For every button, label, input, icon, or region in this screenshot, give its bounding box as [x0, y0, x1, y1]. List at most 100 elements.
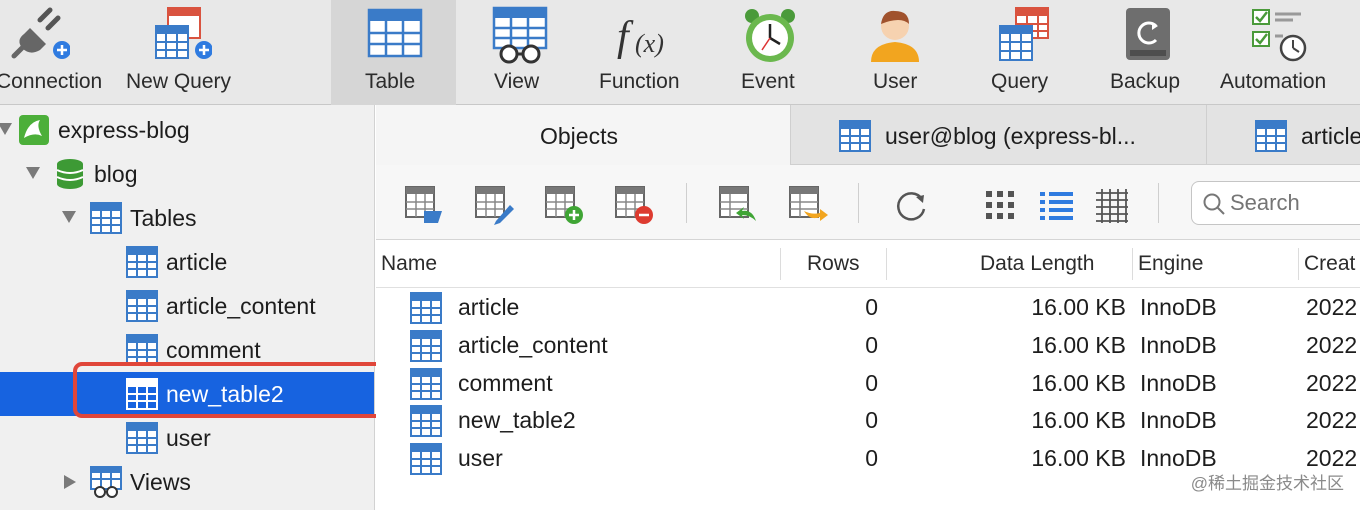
- table-icon: [410, 405, 442, 438]
- svg-text:f: f: [617, 14, 634, 60]
- tab-objects-label: Objects: [540, 123, 618, 149]
- cell-created: 2022: [1306, 407, 1358, 434]
- tab-user-table[interactable]: user@blog (express-bl...: [791, 105, 1207, 165]
- cell-name: comment: [458, 369, 553, 396]
- toolbar-connection-button[interactable]: Connection: [0, 0, 120, 105]
- column-separator[interactable]: [1298, 248, 1299, 280]
- design-table-icon[interactable]: [474, 185, 514, 225]
- cell-name: new_table2: [458, 407, 576, 434]
- tab-article-table[interactable]: article: [1207, 105, 1360, 165]
- toolbar-function-label: Function: [599, 70, 680, 93]
- collapse-triangle-icon[interactable]: [26, 167, 40, 179]
- tree-connection-express-blog[interactable]: express-blog: [0, 108, 374, 152]
- tree-table-item[interactable]: user: [0, 416, 374, 460]
- column-header-data-length[interactable]: Data Length: [980, 252, 1094, 276]
- toolbar-table-button[interactable]: Table: [331, 0, 456, 105]
- export-wizard-icon[interactable]: [788, 185, 828, 225]
- expand-triangle-icon[interactable]: [64, 475, 76, 489]
- icon-view-icon[interactable]: [980, 185, 1020, 225]
- column-header-name[interactable]: Name: [381, 252, 437, 276]
- tree-tables-label: Tables: [130, 205, 197, 231]
- toolbar-view-label: View: [494, 70, 540, 93]
- database-icon: [56, 159, 84, 189]
- watermark-text: @稀土掘金技术社区: [1190, 474, 1344, 493]
- toolbar-backup-label: Backup: [1110, 70, 1181, 93]
- tab-objects[interactable]: Objects: [376, 105, 791, 165]
- table-icon: [126, 290, 158, 322]
- search-icon: [1203, 193, 1225, 215]
- list-view-icon[interactable]: [1036, 185, 1076, 225]
- column-separator[interactable]: [780, 248, 781, 280]
- view-icon: [492, 6, 548, 64]
- tree-database-blog[interactable]: blog: [0, 152, 374, 196]
- toolbar-user-button[interactable]: User: [831, 0, 956, 105]
- toolbar-user-label: User: [873, 70, 918, 93]
- views-folder-icon: [90, 466, 122, 498]
- cell-engine: InnoDB: [1140, 369, 1217, 396]
- table-icon: [410, 329, 442, 362]
- toolbar-table-label: Table: [365, 70, 416, 93]
- tree-table-label: comment: [166, 337, 261, 363]
- cell-engine: InnoDB: [1140, 294, 1217, 320]
- cell-data-length: 16.00 KB: [1031, 369, 1126, 396]
- toolbar-separator: [686, 183, 687, 223]
- tree-table-item[interactable]: article_content: [0, 284, 374, 328]
- search-input[interactable]: [1230, 190, 1360, 216]
- toolbar-query-button[interactable]: Query: [956, 0, 1086, 105]
- tree-database-label: blog: [94, 161, 138, 187]
- column-separator[interactable]: [886, 248, 887, 280]
- tree-table-label: article: [166, 249, 228, 275]
- cell-data-length: 16.00 KB: [1031, 294, 1126, 320]
- table-icon: [126, 422, 158, 454]
- cell-rows: 0: [865, 331, 878, 358]
- cell-rows: 0: [865, 294, 878, 320]
- table-icon: [839, 120, 871, 152]
- column-separator[interactable]: [1132, 248, 1133, 280]
- object-action-toolbar: [376, 165, 1360, 240]
- cell-data-length: 16.00 KB: [1031, 331, 1126, 358]
- toolbar-view-button[interactable]: View: [456, 0, 581, 105]
- toolbar-function-button[interactable]: f (x) Function: [581, 0, 706, 105]
- user-icon: [871, 10, 919, 62]
- cell-data-length: 16.00 KB: [1031, 445, 1126, 471]
- new-table-icon[interactable]: [544, 185, 584, 225]
- open-table-icon[interactable]: [404, 185, 444, 225]
- svg-text:(x): (x): [635, 29, 664, 58]
- column-header-engine[interactable]: Engine: [1138, 252, 1203, 276]
- refresh-icon[interactable]: [890, 185, 930, 225]
- column-header-rows[interactable]: Rows: [807, 252, 860, 276]
- table-row[interactable]: new_table2 0 16.00 KB InnoDB 2022: [376, 402, 1360, 440]
- tables-folder-icon: [90, 202, 122, 234]
- cell-name: article_content: [458, 331, 608, 358]
- collapse-triangle-icon[interactable]: [0, 123, 12, 135]
- detail-view-icon[interactable]: [1092, 185, 1132, 225]
- toolbar-query-label: Query: [991, 70, 1049, 93]
- toolbar-connection-label: Connection: [0, 70, 103, 93]
- toolbar-separator: [1158, 183, 1159, 223]
- table-row[interactable]: comment 0 16.00 KB InnoDB 2022: [376, 365, 1360, 403]
- tree-tables-folder[interactable]: Tables: [0, 196, 374, 240]
- tree-views-folder[interactable]: Views: [0, 460, 374, 504]
- cell-created: 2022: [1306, 331, 1358, 358]
- mysql-connection-icon: [19, 115, 49, 145]
- collapse-triangle-icon[interactable]: [62, 211, 76, 223]
- toolbar-event-button[interactable]: Event: [706, 0, 831, 105]
- tree-views-label: Views: [130, 469, 191, 495]
- selection-highlight-annotation: [73, 362, 413, 418]
- import-wizard-icon[interactable]: [718, 185, 758, 225]
- table-icon: [410, 443, 442, 475]
- tree-table-item[interactable]: article: [0, 240, 374, 284]
- column-header-created[interactable]: Creat: [1304, 252, 1355, 276]
- objects-grid-header: Name Rows Data Length Engine Creat: [376, 240, 1360, 288]
- toolbar-new-query-label: New Query: [126, 70, 232, 93]
- search-field[interactable]: [1191, 181, 1360, 225]
- table-row[interactable]: article_content 0 16.00 KB InnoDB 2022: [376, 327, 1360, 365]
- cell-engine: InnoDB: [1140, 331, 1217, 358]
- delete-table-icon[interactable]: [614, 185, 654, 225]
- cell-created: 2022: [1306, 369, 1358, 396]
- toolbar-event-label: Event: [741, 70, 795, 93]
- toolbar-new-query-button[interactable]: New Query: [120, 0, 250, 105]
- table-row[interactable]: article 0 16.00 KB InnoDB 2022: [376, 289, 1360, 327]
- toolbar-backup-button[interactable]: Backup: [1086, 0, 1211, 105]
- toolbar-automation-button[interactable]: Automation: [1211, 0, 1360, 105]
